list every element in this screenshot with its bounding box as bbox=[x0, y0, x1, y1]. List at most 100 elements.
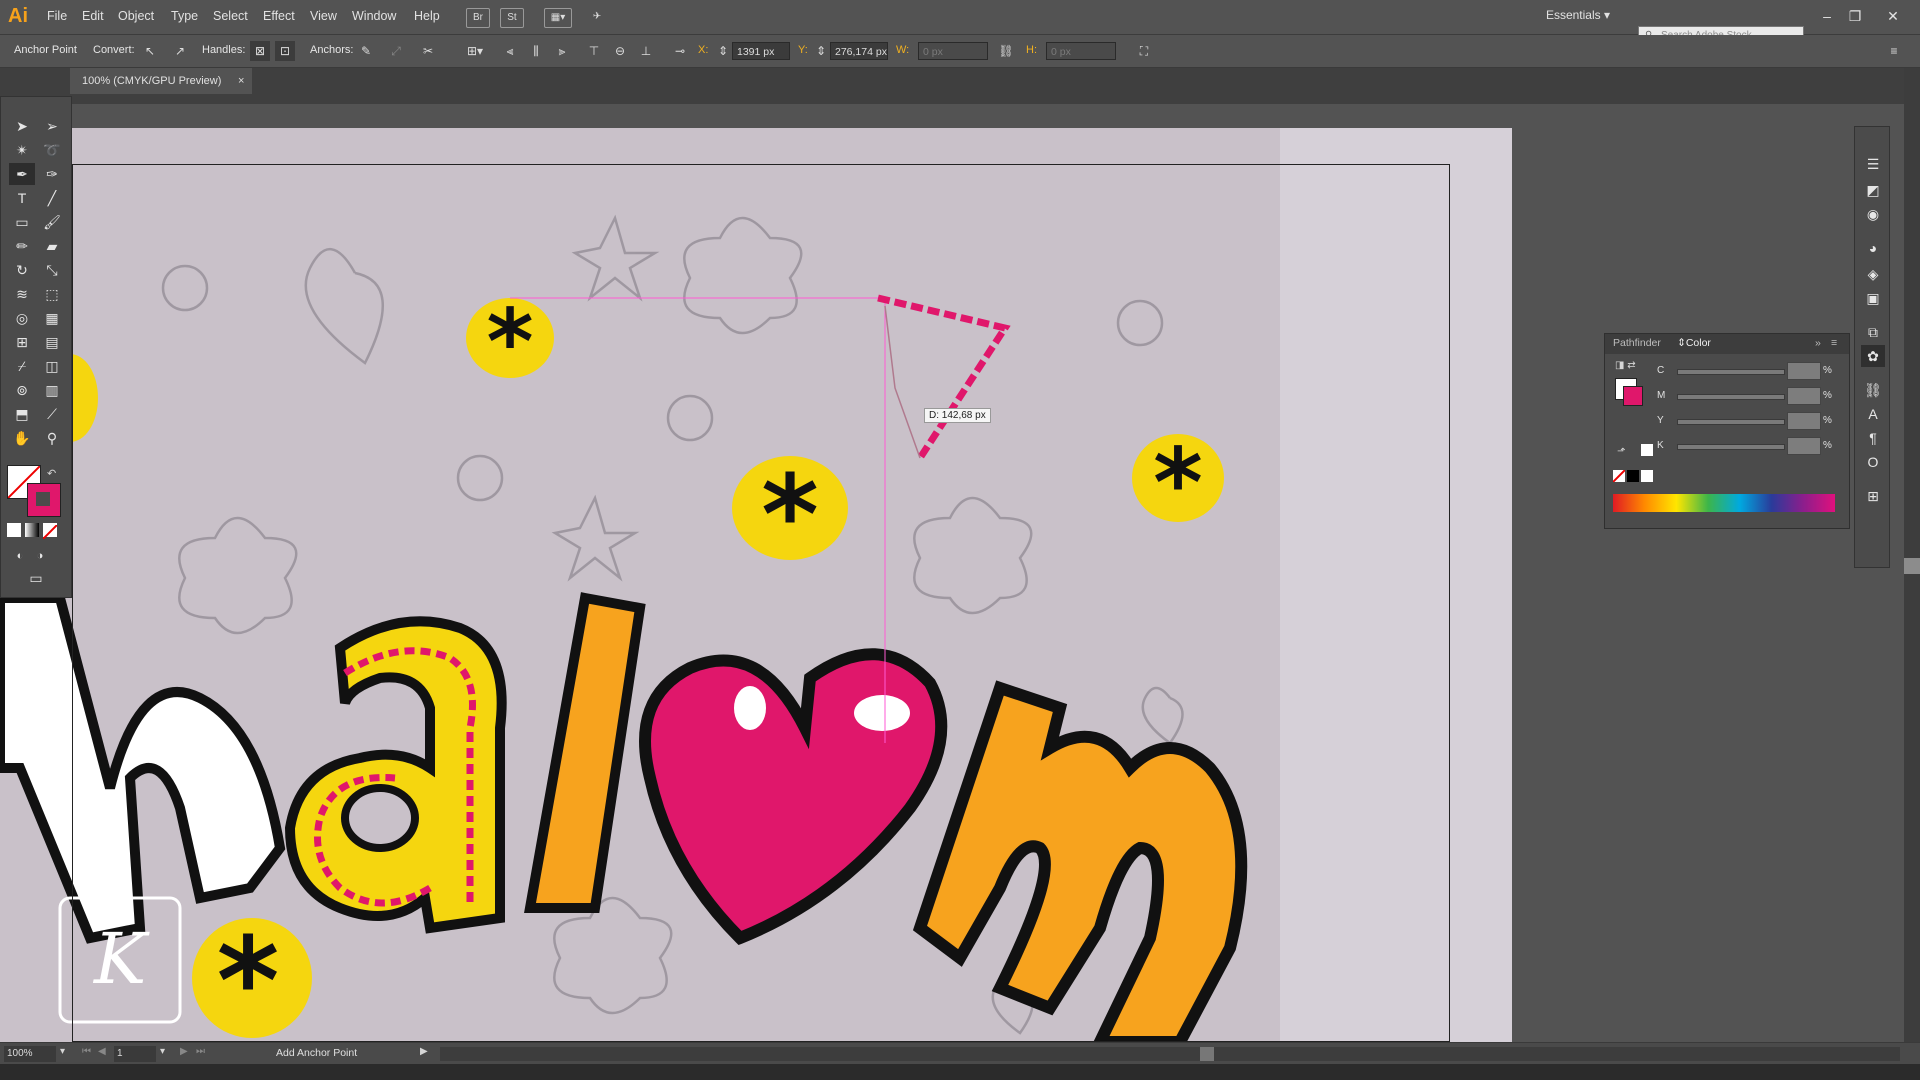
width-tool-icon[interactable]: ≋ bbox=[9, 283, 35, 305]
panel-menu-icon[interactable]: ≡ bbox=[1831, 337, 1837, 349]
perspective-grid-tool-icon[interactable]: ▦ bbox=[39, 307, 65, 329]
close-window-button[interactable]: ✕ bbox=[1880, 5, 1906, 27]
color-panel-icon[interactable]: ✿ bbox=[1861, 345, 1885, 367]
black-swatch[interactable] bbox=[1627, 470, 1639, 482]
channel-m-slider[interactable] bbox=[1677, 394, 1785, 400]
prev-artboard-icon[interactable]: ◀ bbox=[98, 1046, 106, 1057]
horizontal-scroll-thumb[interactable] bbox=[1200, 1047, 1214, 1061]
hide-handles-icon[interactable]: ⊡ bbox=[275, 41, 295, 61]
constrain-proportions-icon[interactable]: ⛓ bbox=[996, 41, 1016, 61]
connect-anchors-icon[interactable]: ⤢ bbox=[386, 41, 406, 61]
pencil-tool-icon[interactable]: ✏ bbox=[9, 235, 35, 257]
x-stepper-icon[interactable]: ⇕ bbox=[716, 41, 730, 61]
symbol-sprayer-tool-icon[interactable]: ⊚ bbox=[9, 379, 35, 401]
none-mode-icon[interactable] bbox=[42, 523, 58, 540]
gpu-performance-icon[interactable]: ✈ bbox=[586, 8, 608, 26]
channel-y-value[interactable] bbox=[1787, 412, 1821, 430]
menu-help[interactable]: Help bbox=[414, 9, 440, 23]
eyedropper-tool-icon[interactable]: ⌿ bbox=[9, 355, 35, 377]
status-menu-icon[interactable]: ▶ bbox=[420, 1046, 428, 1057]
channel-k-slider[interactable] bbox=[1677, 444, 1785, 450]
reference-point-icon[interactable]: ⊸ bbox=[670, 41, 690, 61]
minimize-button[interactable]: – bbox=[1814, 5, 1840, 27]
paragraph-icon[interactable]: ¶ bbox=[1861, 427, 1885, 449]
show-handles-icon[interactable]: ⊠ bbox=[250, 41, 270, 61]
align-middle-icon[interactable]: ⊖ bbox=[610, 41, 630, 61]
vertical-scroll-thumb[interactable] bbox=[1904, 558, 1920, 574]
line-tool-icon[interactable]: ╱ bbox=[39, 187, 65, 209]
next-artboard-icon[interactable]: ▶ bbox=[180, 1046, 188, 1057]
arrange-documents-icon[interactable]: ▦▾ bbox=[544, 8, 572, 28]
channel-c-slider[interactable] bbox=[1677, 369, 1785, 375]
document-tab[interactable]: 100% (CMYK/GPU Preview) × bbox=[70, 68, 252, 94]
selection-tool-icon[interactable]: ➤ bbox=[9, 115, 35, 137]
menu-view[interactable]: View bbox=[310, 9, 337, 23]
rotate-tool-icon[interactable]: ↻ bbox=[9, 259, 35, 281]
y-stepper-icon[interactable]: ⇕ bbox=[814, 41, 828, 61]
paintbrush-tool-icon[interactable]: 🖌 bbox=[39, 211, 65, 233]
stroke-swatch[interactable] bbox=[27, 483, 61, 517]
y-field[interactable]: 276,174 px bbox=[830, 42, 888, 60]
artboard-tool-icon[interactable]: ⬒ bbox=[9, 403, 35, 425]
align-right-icon[interactable]: ⫸ bbox=[552, 41, 572, 61]
rectangle-tool-icon[interactable]: ▭ bbox=[9, 211, 35, 233]
swap-fill-stroke-icon[interactable]: ↶ bbox=[47, 467, 56, 480]
gradient-panel-icon[interactable]: ◩ bbox=[1861, 179, 1885, 201]
screen-mode-icon[interactable]: ▭ bbox=[23, 567, 49, 589]
fill-stroke-mini-icon[interactable]: ◨ ⇄ bbox=[1615, 360, 1636, 371]
appearance-icon[interactable]: ◉ bbox=[1861, 203, 1885, 225]
menu-window[interactable]: Window bbox=[352, 9, 396, 23]
artboard-number-field[interactable]: 1 bbox=[114, 1046, 156, 1062]
convert-smooth-icon[interactable]: ↗ bbox=[170, 41, 190, 61]
menu-select[interactable]: Select bbox=[213, 9, 248, 23]
pen-tool-icon[interactable]: ✒ bbox=[9, 163, 35, 185]
first-artboard-icon[interactable]: ⏮ bbox=[82, 1046, 91, 1057]
properties-icon[interactable]: ☰ bbox=[1861, 153, 1885, 175]
tab-color[interactable]: ⇕Color bbox=[1677, 337, 1711, 349]
menu-file[interactable]: File bbox=[47, 9, 67, 23]
blend-tool-icon[interactable]: ◫ bbox=[39, 355, 65, 377]
cut-path-icon[interactable]: ✂ bbox=[418, 41, 438, 61]
align-top-icon[interactable]: ⊤ bbox=[584, 41, 604, 61]
canvas[interactable]: * * * * K D: 142,68 px bbox=[0, 104, 1904, 1042]
restore-button[interactable]: ❐ bbox=[1842, 5, 1868, 27]
type-tool-icon[interactable]: T bbox=[9, 187, 35, 209]
convert-corner-icon[interactable]: ↖ bbox=[140, 41, 160, 61]
lasso-tool-icon[interactable]: ➰ bbox=[39, 139, 65, 161]
align-center-icon[interactable]: ⫼ bbox=[526, 41, 546, 61]
zoom-dropdown-icon[interactable]: ▾ bbox=[60, 1046, 65, 1057]
tab-pathfinder[interactable]: Pathfinder bbox=[1613, 337, 1661, 349]
pathfinder-icon[interactable]: ⧉ bbox=[1861, 321, 1885, 343]
x-field[interactable]: 1391 px bbox=[732, 42, 790, 60]
menu-type[interactable]: Type bbox=[171, 9, 198, 23]
shape-builder-tool-icon[interactable]: ◎ bbox=[9, 307, 35, 329]
opentype-icon[interactable]: O bbox=[1861, 451, 1885, 473]
channel-m-value[interactable] bbox=[1787, 387, 1821, 405]
layers-icon[interactable]: ◈ bbox=[1861, 263, 1885, 285]
menu-edit[interactable]: Edit bbox=[82, 9, 104, 23]
zoom-tool-icon[interactable]: ⚲ bbox=[39, 427, 65, 449]
graph-tool-icon[interactable]: ▥ bbox=[39, 379, 65, 401]
color-spectrum[interactable] bbox=[1613, 494, 1835, 512]
isolate-icon[interactable]: ⊞▾ bbox=[462, 41, 488, 61]
white-swatch[interactable] bbox=[1641, 470, 1653, 482]
channel-y-slider[interactable] bbox=[1677, 419, 1785, 425]
transform-icon[interactable]: ⛶ bbox=[1134, 41, 1154, 61]
character-icon[interactable]: A bbox=[1861, 403, 1885, 425]
menu-object[interactable]: Object bbox=[118, 9, 154, 23]
free-transform-tool-icon[interactable]: ⬚ bbox=[39, 283, 65, 305]
h-field[interactable]: 0 px bbox=[1046, 42, 1116, 60]
mesh-tool-icon[interactable]: ⊞ bbox=[9, 331, 35, 353]
horizontal-scrollbar[interactable] bbox=[440, 1047, 1900, 1061]
out-of-gamut-icon[interactable]: ⬏ bbox=[1617, 446, 1625, 457]
w-field[interactable]: 0 px bbox=[918, 42, 988, 60]
none-swatch[interactable] bbox=[1612, 469, 1626, 483]
align-left-icon[interactable]: ⫷ bbox=[500, 41, 520, 61]
artboard-dropdown-icon[interactable]: ▾ bbox=[160, 1046, 165, 1057]
transform-panel-icon[interactable]: ⊞ bbox=[1861, 485, 1885, 507]
vertical-scrollbar[interactable] bbox=[1904, 68, 1920, 1042]
bridge-button[interactable]: Br bbox=[466, 8, 490, 28]
gradient-mode-icon[interactable] bbox=[25, 523, 39, 537]
scale-tool-icon[interactable]: ⤡ bbox=[39, 259, 65, 281]
last-artboard-icon[interactable]: ⏭ bbox=[196, 1046, 205, 1057]
